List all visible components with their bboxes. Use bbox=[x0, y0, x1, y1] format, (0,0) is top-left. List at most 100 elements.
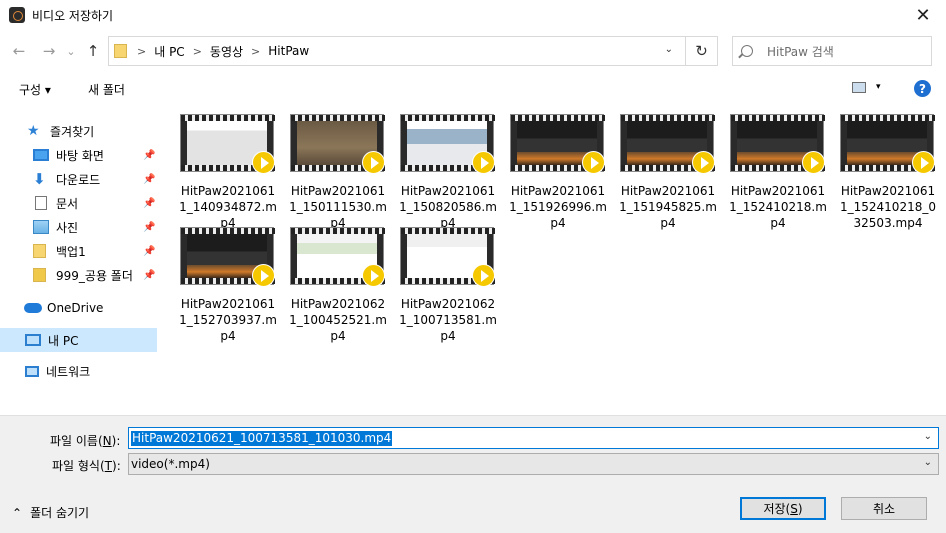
computer-icon bbox=[25, 334, 41, 346]
navigation-pane: ★ 즐겨찾기 바탕 화면 📌 ⬇ 다운로드 📌 문서 📌 사진 📌 백업1 📌 … bbox=[0, 106, 158, 415]
forward-arrow-icon[interactable]: → bbox=[38, 40, 60, 62]
play-icon bbox=[362, 264, 385, 287]
star-icon: ★ bbox=[27, 123, 40, 139]
hide-folders-toggle[interactable]: ⌃ 폴더 숨기기 bbox=[12, 504, 89, 521]
play-icon bbox=[362, 151, 385, 174]
title-bar: 비디오 저장하기 ✕ bbox=[0, 0, 946, 30]
chevron-up-icon: ⌃ bbox=[12, 505, 23, 520]
recent-locations-icon[interactable]: ⌄ bbox=[60, 40, 82, 62]
pin-icon[interactable]: 📌 bbox=[143, 246, 155, 257]
pin-icon[interactable]: 📌 bbox=[143, 270, 155, 281]
navigation-bar: ← → ⌄ ↑ > 내 PC > 동영상 > HitPaw ⌄ ↻ HitPaw… bbox=[0, 30, 946, 72]
file-item[interactable]: HitPaw2021062 1_100452521.m p4 bbox=[289, 227, 390, 343]
folder-icon bbox=[114, 44, 127, 58]
sidebar-item-label: 백업1 bbox=[56, 244, 86, 259]
save-button[interactable]: 저장(S) bbox=[740, 497, 826, 520]
file-name: HitPaw2021061 1_140934872.m p4 bbox=[179, 184, 277, 230]
file-name: HitPaw2021061 1_150111530.m p4 bbox=[289, 184, 387, 230]
file-item[interactable]: HitPaw2021061 1_150820586.m p4 bbox=[399, 114, 500, 230]
play-icon bbox=[472, 264, 495, 287]
back-arrow-icon[interactable]: ← bbox=[8, 40, 30, 62]
pin-icon[interactable]: 📌 bbox=[143, 198, 155, 209]
window-title: 비디오 저장하기 bbox=[32, 8, 114, 23]
search-placeholder: HitPaw 검색 bbox=[767, 44, 834, 59]
chevron-right-icon[interactable]: > bbox=[193, 45, 202, 58]
cloud-icon bbox=[24, 303, 42, 313]
hide-folders-label: 폴더 숨기기 bbox=[30, 506, 90, 520]
view-mode-icon[interactable] bbox=[852, 82, 866, 93]
file-item[interactable]: HitPaw2021062 1_100713581.m p4 bbox=[399, 227, 500, 343]
play-icon bbox=[472, 151, 495, 174]
sidebar-item-shared-folder[interactable]: 999_공용 폴더 📌 bbox=[0, 263, 157, 287]
chevron-down-icon[interactable]: ▾ bbox=[876, 82, 881, 92]
sidebar-item-label: 999_공용 폴더 bbox=[56, 268, 133, 283]
filename-field[interactable]: HitPaw20210621_100713581_101030.mp4 ⌄ bbox=[128, 427, 939, 449]
pictures-icon bbox=[33, 220, 49, 234]
network-icon bbox=[25, 365, 39, 377]
up-arrow-icon[interactable]: ↑ bbox=[82, 40, 104, 62]
filetype-select[interactable]: video(*.mp4) ⌄ bbox=[128, 453, 939, 475]
filetype-label: 파일 형식(T): bbox=[52, 459, 121, 473]
breadcrumb-this-pc[interactable]: 내 PC bbox=[154, 43, 184, 60]
file-item[interactable]: HitPaw2021061 1_152410218_0 32503.mp4 bbox=[840, 114, 940, 230]
chevron-down-icon[interactable]: ⌄ bbox=[665, 44, 673, 55]
file-name: HitPaw2021061 1_152410218_0 32503.mp4 bbox=[840, 184, 936, 230]
breadcrumb-hitpaw[interactable]: HitPaw bbox=[268, 44, 309, 58]
chevron-right-icon[interactable]: > bbox=[251, 45, 260, 58]
organize-button[interactable]: 구성 ▾ bbox=[19, 81, 51, 98]
sidebar-item-quick-access[interactable]: ★ 즐겨찾기 bbox=[0, 119, 157, 143]
file-name: HitPaw2021061 1_151945825.m p4 bbox=[619, 184, 717, 230]
document-icon bbox=[35, 196, 47, 210]
cancel-button[interactable]: 취소 bbox=[841, 497, 927, 520]
file-item[interactable]: HitPaw2021061 1_152410218.m p4 bbox=[729, 114, 830, 230]
sidebar-item-network[interactable]: 네트워크 bbox=[0, 359, 157, 383]
play-icon bbox=[802, 151, 825, 174]
file-item[interactable]: HitPaw2021061 1_151945825.m p4 bbox=[619, 114, 720, 230]
play-icon bbox=[252, 151, 275, 174]
sidebar-item-downloads[interactable]: ⬇ 다운로드 📌 bbox=[0, 167, 157, 191]
address-bar[interactable]: > 내 PC > 동영상 > HitPaw ⌄ bbox=[108, 36, 686, 66]
filename-value[interactable]: HitPaw20210621_100713581_101030.mp4 bbox=[131, 430, 393, 446]
new-folder-button[interactable]: 새 폴더 bbox=[88, 81, 125, 98]
file-name: HitPaw2021062 1_100713581.m p4 bbox=[399, 297, 497, 343]
sidebar-item-pictures[interactable]: 사진 📌 bbox=[0, 215, 157, 239]
refresh-button[interactable]: ↻ bbox=[686, 36, 718, 66]
sidebar-item-desktop[interactable]: 바탕 화면 📌 bbox=[0, 143, 157, 167]
file-item[interactable]: HitPaw2021061 1_151926996.m p4 bbox=[509, 114, 610, 230]
chevron-right-icon[interactable]: > bbox=[137, 45, 146, 58]
file-item[interactable]: HitPaw2021061 1_140934872.m p4 bbox=[179, 114, 280, 230]
sidebar-item-label: 문서 bbox=[56, 196, 79, 211]
sidebar-item-label: 다운로드 bbox=[56, 172, 101, 187]
file-name: HitPaw2021062 1_100452521.m p4 bbox=[289, 297, 387, 343]
desktop-icon bbox=[33, 149, 49, 161]
pin-icon[interactable]: 📌 bbox=[143, 222, 155, 233]
pin-icon[interactable]: 📌 bbox=[143, 150, 155, 161]
chevron-down-icon[interactable]: ⌄ bbox=[924, 457, 932, 468]
close-button[interactable]: ✕ bbox=[900, 0, 946, 30]
file-name: HitPaw2021061 1_150820586.m p4 bbox=[399, 184, 497, 230]
search-icon bbox=[741, 45, 753, 57]
help-icon[interactable]: ? bbox=[914, 80, 931, 97]
filename-label: 파일 이름(N): bbox=[50, 434, 121, 448]
search-input[interactable]: HitPaw 검색 bbox=[732, 36, 932, 66]
sidebar-item-backup1[interactable]: 백업1 📌 bbox=[0, 239, 157, 263]
play-icon bbox=[692, 151, 715, 174]
app-icon bbox=[9, 7, 25, 23]
file-item[interactable]: HitPaw2021061 1_150111530.m p4 bbox=[289, 114, 390, 230]
play-icon bbox=[912, 151, 935, 174]
file-name: HitPaw2021061 1_152410218.m p4 bbox=[729, 184, 827, 230]
pin-icon[interactable]: 📌 bbox=[143, 174, 155, 185]
sidebar-item-documents[interactable]: 문서 📌 bbox=[0, 191, 157, 215]
breadcrumb-videos[interactable]: 동영상 bbox=[210, 43, 243, 60]
file-name: HitPaw2021061 1_152703937.m p4 bbox=[179, 297, 277, 343]
sidebar-item-onedrive[interactable]: OneDrive bbox=[0, 296, 157, 320]
play-icon bbox=[252, 264, 275, 287]
file-item[interactable]: HitPaw2021061 1_152703937.m p4 bbox=[179, 227, 280, 343]
sidebar-item-label: 네트워크 bbox=[46, 364, 91, 379]
sidebar-item-this-pc[interactable]: 내 PC bbox=[0, 328, 157, 352]
toolbar: 구성 ▾ 새 폴더 ▾ ? bbox=[0, 72, 946, 106]
play-icon bbox=[582, 151, 605, 174]
chevron-down-icon[interactable]: ⌄ bbox=[924, 431, 932, 442]
folder-icon bbox=[33, 244, 46, 258]
sidebar-item-label: 바탕 화면 bbox=[56, 148, 104, 163]
